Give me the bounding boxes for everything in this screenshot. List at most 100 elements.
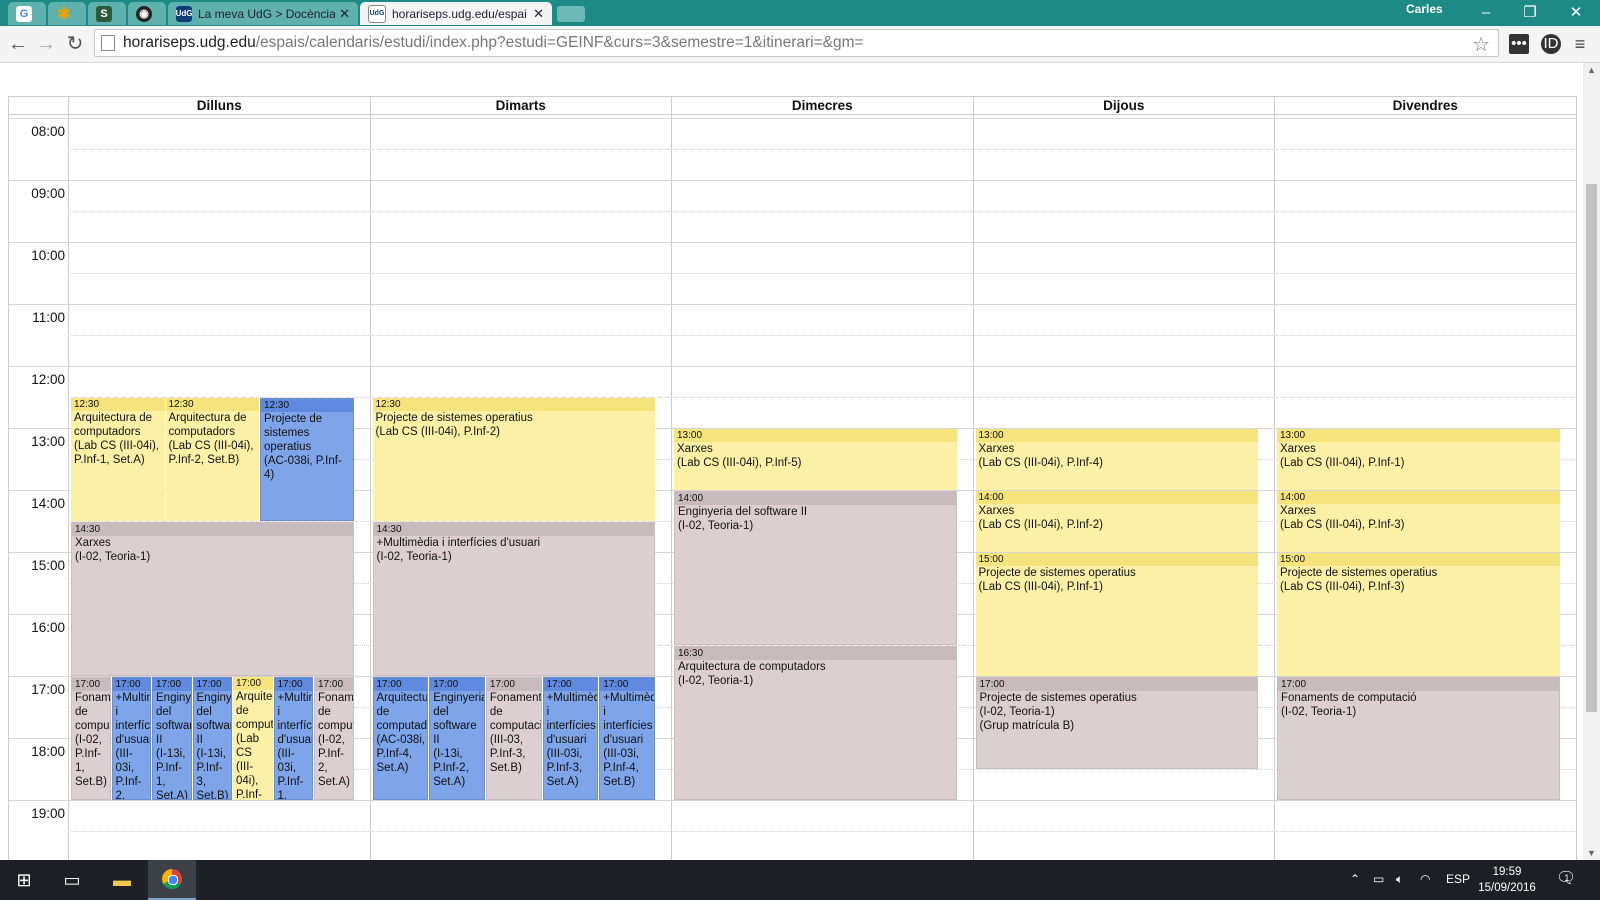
tab-google[interactable]: G (8, 2, 46, 25)
volume-icon[interactable]: 🔈︎ (1396, 872, 1403, 887)
calendar-event[interactable]: 14:00 Enginyeria del software II (I-02, T… (674, 491, 957, 645)
profile-name[interactable]: Carles (1406, 2, 1443, 16)
event-description: Projecte de sistemes operatius (I-02, Te… (979, 692, 1137, 732)
windows-start-icon[interactable]: ⊞ (0, 860, 48, 900)
event-description: Xarxes (Lab CS (III-04i), P.Inf-5) (677, 443, 802, 469)
calendar-event[interactable]: 17:00Enginyeria del software II (I-13i, … (152, 677, 192, 800)
chrome-taskbar-icon[interactable] (148, 860, 196, 900)
hour-label: 13:00 (31, 434, 65, 449)
calendar-event[interactable]: 17:00 Fonaments de computació (I-02, Teor… (1277, 677, 1560, 800)
reload-icon[interactable]: ↻ (63, 32, 87, 56)
close-icon[interactable]: ✕ (339, 6, 350, 22)
tab-asterisk[interactable]: ✱ (48, 2, 86, 25)
calendar-event[interactable]: 17:00+Multimèdia i interfícies d'usuari … (273, 677, 313, 800)
calendar-event[interactable]: 14:30 +Multimèdia i interfícies d'usuari … (372, 522, 655, 676)
event-time: 12:30 (165, 398, 259, 411)
scroll-up-icon[interactable]: ▲ (1583, 65, 1600, 75)
tab-github[interactable]: ◉ (128, 2, 166, 25)
back-arrow-icon[interactable]: ← (6, 32, 30, 56)
calendar-event[interactable]: 14:30 Xarxes (I-02, Teoria-1) (71, 522, 354, 676)
hour-label: 16:00 (31, 620, 65, 635)
event-time: 16:30 (675, 647, 956, 660)
scroll-down-icon[interactable]: ▼ (1583, 848, 1600, 858)
event-description: Arquitectura de computadors (AC-038i, P.… (376, 692, 429, 774)
forward-arrow-icon[interactable]: → (34, 32, 58, 56)
calendar-event[interactable]: 17:00Arquitectura de computadors (Lab CS… (233, 677, 273, 800)
hour-label: 18:00 (31, 744, 65, 759)
tab-s-app[interactable]: S (88, 2, 126, 25)
calendar-event[interactable]: 14:00 Xarxes (Lab CS (III-04i), P.Inf-3) (1277, 491, 1560, 552)
calendar-event[interactable]: 13:00 Xarxes (Lab CS (III-04i), P.Inf-1) (1277, 429, 1560, 490)
event-description: Enginyeria del software II (I-02, Teoria… (678, 506, 808, 532)
event-description: Projecte de sistemes operatius (Lab CS (… (1280, 567, 1438, 593)
battery-icon[interactable]: ▭ (1373, 872, 1384, 886)
calendar-event[interactable]: 17:00Fonaments de computació (I-02, P.In… (71, 677, 111, 800)
corner-cell (9, 96, 68, 115)
event-time: 17:00 (373, 678, 428, 691)
tab-title: horariseps.udg.edu/espai (392, 6, 527, 21)
event-time: 17:00 (274, 678, 312, 691)
hour-label: 10:00 (31, 248, 65, 263)
scrollbar-thumb[interactable] (1586, 184, 1597, 712)
calendar-event[interactable]: 17:00+Multimèdia i interfícies d'usuari … (111, 677, 151, 800)
half-hour-line (68, 211, 1577, 212)
hour-line (9, 242, 1577, 243)
calendar-event[interactable]: 12:30 Projecte de sistemes operatius (Lab… (372, 398, 655, 521)
hour-label: 11:00 (32, 310, 65, 325)
vertical-scrollbar[interactable]: ▲ ▼ (1583, 63, 1600, 860)
task-view-icon[interactable]: ▭ (48, 860, 96, 900)
event-description: +Multimèdia i interfícies d'usuari (III-… (115, 692, 151, 800)
event-description: Enginyeria del software II (I-13i, P.Inf… (196, 692, 232, 800)
hour-line (9, 366, 1577, 367)
window-close-icon[interactable]: ✕ (1554, 2, 1598, 24)
url-text[interactable]: horariseps.udg.edu/espais/calendaris/est… (123, 34, 864, 52)
action-center-icon[interactable]: 🗨︎1 (1556, 868, 1581, 888)
minimize-icon[interactable]: – (1464, 2, 1508, 24)
asterisk-icon: ✱ (57, 5, 71, 23)
calendar-event[interactable]: 12:30 Arquitectura de computadors (Lab CS… (165, 398, 259, 521)
calendar-event[interactable]: 17:00Arquitectura de computadors (AC-038… (372, 677, 429, 800)
extension-id-icon[interactable]: ID (1541, 34, 1561, 54)
calendar-event[interactable]: 13:00 Xarxes (Lab CS (III-04i), P.Inf-5) (674, 429, 957, 490)
calendar-event[interactable]: 12:30 Arquitectura de computadors (Lab CS… (71, 398, 165, 521)
address-bar[interactable]: horariseps.udg.edu/espais/calendaris/est… (94, 29, 1499, 57)
udg-icon: UdG (176, 5, 192, 22)
new-tab-button[interactable] (557, 6, 585, 22)
google-icon: G (16, 5, 32, 22)
calendar-event[interactable]: 16:30 Arquitectura de computadors (I-02, … (674, 646, 957, 800)
calendar-event[interactable]: 17:00+Multimèdia i interfícies d'usuari … (599, 677, 655, 800)
calendar-event[interactable]: 17:00Enginyeria del software II (I-13i, … (429, 677, 485, 800)
tab-horaris[interactable]: UdG horariseps.udg.edu/espai ✕ (360, 2, 552, 25)
notification-count: 1 (1564, 873, 1570, 883)
event-time: 17:00 (976, 678, 1257, 691)
tab-la-meva-udg[interactable]: UdG La meva UdG > Docència ✕ (168, 2, 358, 25)
weekly-calendar: Dilluns Dimarts Dimecres Dijous Divendres 08:… (8, 96, 1577, 860)
bookmark-star-icon[interactable]: ☆ (1472, 32, 1490, 57)
calendar-event[interactable]: 15:00 Projecte de sistemes operatius (Lab… (1277, 553, 1560, 676)
hour-line (9, 180, 1577, 181)
chevron-up-icon[interactable]: ⌃ (1350, 872, 1360, 886)
calendar-event[interactable]: 17:00 Projecte de sistemes operatius (I-0… (975, 677, 1258, 769)
close-icon[interactable]: ✕ (533, 6, 544, 22)
calendar-event[interactable]: 13:00 Xarxes (Lab CS (III-04i), P.Inf-4) (975, 429, 1258, 490)
restore-icon[interactable]: ❐ (1508, 2, 1552, 24)
calendar-event[interactable]: 17:00Fonaments de computació (I-02, P.In… (314, 677, 354, 800)
extension-dots-icon[interactable]: ••• (1509, 34, 1529, 54)
language-indicator[interactable]: ESP (1446, 872, 1470, 886)
event-description: +Multimèdia i interfícies d'usuari (III-… (603, 692, 654, 788)
calendar-event[interactable]: 17:00+Multimèdia i interfícies d'usuari … (542, 677, 599, 800)
file-explorer-icon[interactable]: ▬ (98, 860, 146, 900)
wifi-icon[interactable]: ◠ (1420, 872, 1430, 886)
menu-hamburger-icon[interactable]: ≡ (1570, 34, 1590, 54)
calendar-event[interactable]: 12:30 Projecte de sistemes operatius (AC-… (260, 398, 354, 521)
calendar-event[interactable]: 17:00Fonaments de computació (III-03, P.… (485, 677, 542, 800)
timetable-page: Dilluns Dimarts Dimecres Dijous Divendres 08:… (0, 63, 1583, 860)
calendar-event[interactable]: 17:00Enginyeria del software II (I-13i, … (192, 677, 232, 800)
calendar-event[interactable]: 15:00 Projecte de sistemes operatius (Lab… (975, 553, 1258, 676)
calendar-event[interactable]: 14:00 Xarxes (Lab CS (III-04i), P.Inf-2) (975, 491, 1258, 552)
system-clock[interactable]: 19:59 15/09/2016 (1472, 864, 1542, 896)
event-time: 17:00 (430, 678, 484, 691)
half-hour-line (68, 335, 1577, 336)
event-time: 17:00 (315, 678, 353, 691)
hour-line (9, 304, 1577, 305)
